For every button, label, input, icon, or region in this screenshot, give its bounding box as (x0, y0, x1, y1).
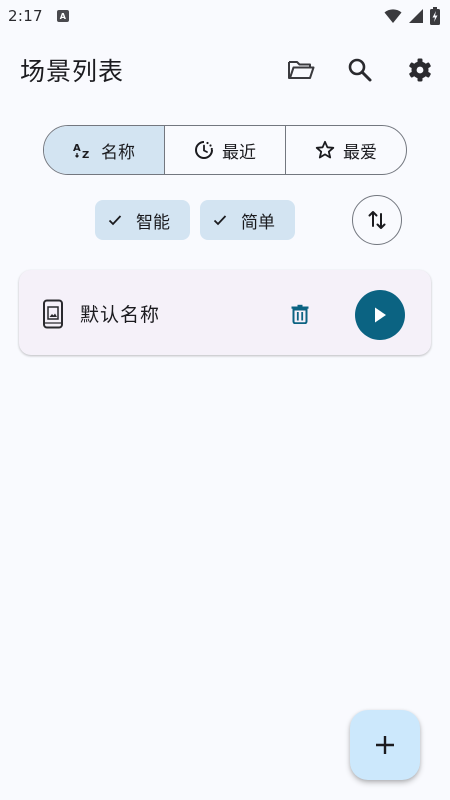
page-title: 场景列表 (20, 57, 125, 86)
filter-chip-smart-label: 智能 (136, 212, 170, 233)
tab-favorites-label: 最爱 (343, 142, 377, 163)
filter-chip-simple-label: 简单 (241, 212, 275, 233)
recent-clock-icon (195, 141, 213, 159)
tab-favorites[interactable]: 最爱 (285, 126, 406, 174)
battery-charging-icon (430, 7, 440, 25)
filter-chip-smart[interactable]: 智能 (95, 200, 190, 240)
signal-icon (409, 9, 423, 23)
status-bar: 2:17 A (0, 0, 450, 32)
tab-recent-label: 最近 (222, 142, 256, 163)
add-scene-button[interactable] (350, 710, 420, 780)
play-scene-button[interactable] (355, 290, 405, 340)
wifi-icon (384, 9, 402, 23)
scene-card[interactable]: 默认名称 (19, 270, 431, 355)
tab-name-label: 名称 (101, 142, 135, 163)
svg-text:Z: Z (82, 150, 89, 160)
sort-alpha-icon: A Z (73, 143, 89, 160)
swap-vertical-icon (368, 211, 386, 229)
tab-recent[interactable]: 最近 (164, 126, 285, 174)
status-time: 2:17 (8, 7, 43, 25)
notification-badge: A (56, 10, 69, 22)
status-icons (384, 7, 440, 25)
trash-icon (291, 304, 309, 324)
search-button[interactable] (336, 46, 384, 94)
search-icon (348, 58, 372, 82)
svg-text:A: A (73, 143, 81, 154)
scene-name: 默认名称 (80, 304, 161, 326)
star-outline-icon (315, 140, 335, 159)
sort-mode-selector: A Z 名称 最近 最爱 (43, 125, 407, 175)
play-icon (375, 307, 386, 323)
folder-open-icon (288, 61, 315, 79)
check-icon (108, 215, 122, 226)
settings-button[interactable] (396, 46, 444, 94)
gear-icon (409, 58, 431, 82)
tab-name[interactable]: A Z 名称 (44, 126, 164, 174)
filter-chip-simple[interactable]: 简单 (200, 200, 295, 240)
check-icon (213, 215, 227, 226)
open-folder-button[interactable] (277, 46, 325, 94)
app-bar: 场景列表 (0, 44, 450, 96)
plus-icon (376, 736, 394, 754)
delete-scene-button[interactable] (276, 290, 324, 338)
phone-scene-icon (43, 299, 63, 329)
sort-direction-button[interactable] (352, 195, 402, 245)
